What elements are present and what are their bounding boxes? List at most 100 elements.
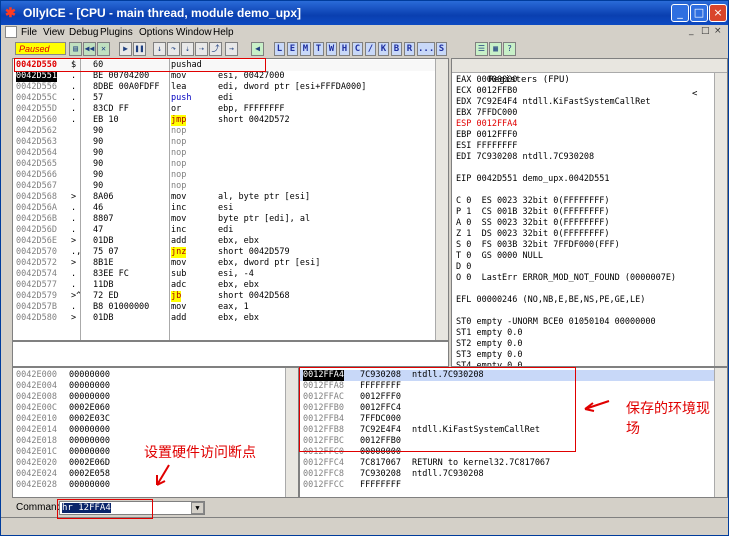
disasm-row[interactable]: 0042D56A. 46 inc esi <box>13 203 435 214</box>
disasm-row[interactable]: 0042D564 90 nop <box>13 148 435 159</box>
menu-options[interactable]: Options <box>139 25 173 40</box>
stop-icon[interactable]: ✕ <box>97 42 110 56</box>
registers-scrollbar[interactable] <box>714 73 727 366</box>
disasm-address: 0042D562 <box>16 126 57 136</box>
pause-icon[interactable]: ❚❚ <box>133 42 146 56</box>
disassembly-scrollbar[interactable] <box>435 59 448 340</box>
mdi-close-button[interactable]: × <box>714 26 722 36</box>
menu-debug[interactable]: Debug <box>69 25 98 40</box>
breakpoints-window-button[interactable]: B <box>391 42 402 56</box>
disassembly-pane[interactable]: 0042D550 $60 pushad 0042D551. BE 00704200 mov… <box>12 58 449 341</box>
menu-plugins[interactable]: Plugins <box>100 25 133 40</box>
goto-origin-icon[interactable]: ◀ <box>251 42 264 56</box>
registers-prev-icon[interactable]: < <box>692 87 697 101</box>
disasm-row[interactable]: 0042D563 90 nop <box>13 137 435 148</box>
mdi-restore-button[interactable]: □ <box>701 26 710 36</box>
trace-over-icon[interactable]: ⇢ <box>195 42 208 56</box>
dump-address: 0042E010 <box>16 414 57 424</box>
menu-bar: File View Debug Plugins Options Window H… <box>1 25 728 40</box>
disasm-row[interactable]: 0042D565 90 nop <box>13 159 435 170</box>
menu-help[interactable]: Help <box>213 25 234 40</box>
mdi-minimize-button[interactable]: _ <box>689 26 694 36</box>
dump-row[interactable]: 0042E024 0002E058 <box>13 469 285 480</box>
open-icon[interactable]: ▤ <box>69 42 82 56</box>
handles-window-button[interactable]: H <box>339 42 350 56</box>
disasm-hex: 8B1E <box>93 258 114 268</box>
register-line: EDX 7C92E4F4 ntdll.KiFastSystemCallRet <box>456 97 651 107</box>
execute-till-return-icon[interactable]: ⤴ <box>209 42 222 56</box>
patches-window-button[interactable]: / <box>365 42 376 56</box>
dump-row[interactable]: 0042E008 00000000 <box>13 392 285 403</box>
run-trace-button[interactable]: ... <box>417 42 435 56</box>
modules-window-button[interactable]: E <box>287 42 298 56</box>
disasm-row[interactable]: 0042D570., 75 07 jnz short 0042D579 <box>13 247 435 258</box>
appearance-icon[interactable]: ▦ <box>489 42 502 56</box>
menu-window[interactable]: Window <box>176 25 212 40</box>
dump-row[interactable]: 0042E00C 0002E060 <box>13 403 285 414</box>
menu-file[interactable]: File <box>21 25 37 40</box>
dump-row[interactable]: 0042E000 00000000 <box>13 370 285 381</box>
close-button[interactable]: × <box>709 4 727 22</box>
title-bar[interactable]: ✱ OllyICE - [CPU - main thread, module d… <box>1 1 728 25</box>
disasm-hex: 8A06 <box>93 192 114 202</box>
cpu-window-button[interactable]: C <box>352 42 363 56</box>
references-window-button[interactable]: R <box>404 42 415 56</box>
disasm-row[interactable]: 0042D572 >8B1E mov ebx, dword ptr [esi] <box>13 258 435 269</box>
disasm-row[interactable]: 0042D56D. 47 inc edi <box>13 225 435 236</box>
stack-row[interactable]: 0012FFC4 7C817067 RETURN to kernel32.7C817… <box>300 458 714 469</box>
stack-row[interactable]: 0012FFC8 7C930208 ntdll.7C930208 <box>300 469 714 480</box>
help-icon[interactable]: ? <box>503 42 516 56</box>
dump-address: 0042E020 <box>16 458 57 468</box>
source-window-button[interactable]: S <box>436 42 447 56</box>
dump-row[interactable]: 0042E010 0002E03C <box>13 414 285 425</box>
disasm-address: 0042D57B <box>16 302 57 312</box>
disasm-row[interactable]: 0042D567 90 nop <box>13 181 435 192</box>
dump-address: 0042E008 <box>16 392 57 402</box>
log-window-button[interactable]: L <box>274 42 285 56</box>
list-icon[interactable]: ☰ <box>475 42 488 56</box>
run-icon[interactable]: ▶ <box>119 42 132 56</box>
call-stack-button[interactable]: K <box>378 42 389 56</box>
trace-into-icon[interactable]: ⇣ <box>181 42 194 56</box>
disasm-row[interactable]: 0042D574. 83EE FC sub esi, -4 <box>13 269 435 280</box>
threads-window-button[interactable]: T <box>313 42 324 56</box>
disasm-address: 0042D56A <box>16 203 57 213</box>
disasm-row[interactable]: 0042D562 90 nop <box>13 126 435 137</box>
disasm-address: 0042D56E <box>16 236 57 246</box>
disasm-row[interactable]: 0042D55C. 57 push edi <box>13 93 435 104</box>
stack-row[interactable]: 0012FFCC FFFFFFFF <box>300 480 714 491</box>
minimize-button[interactable]: _ <box>671 4 689 22</box>
disasm-row[interactable]: 0042D55D. 83CD FF or ebp, FFFFFFFF <box>13 104 435 115</box>
dump-row[interactable]: 0042E004 00000000 <box>13 381 285 392</box>
register-line: T 0 GS 0000 NULL <box>456 251 543 261</box>
go-to-icon[interactable]: → <box>225 42 238 56</box>
menu-view[interactable]: View <box>43 25 65 40</box>
disasm-row[interactable]: 0042D566 90 nop <box>13 170 435 181</box>
disasm-operands: edi <box>218 225 234 235</box>
dump-row[interactable]: 0042E014 00000000 <box>13 425 285 436</box>
step-over-icon[interactable]: ↷ <box>167 42 180 56</box>
dump-row[interactable]: 0042E028 00000000 <box>13 480 285 491</box>
disasm-row[interactable]: 0042D556. 8DBE 00A0FDFF lea edi, dword ptr … <box>13 82 435 93</box>
maximize-button[interactable]: □ <box>690 4 708 22</box>
disasm-row[interactable]: 0042D551. BE 00704200 mov esi, 00427000 <box>13 71 435 82</box>
disasm-row[interactable]: 0042D579 >^ 72 ED jb short 0042D568 <box>13 291 435 302</box>
registers-pane[interactable]: Registers (FPU) < EAX 00000000 ECX 0012FF… <box>451 58 728 367</box>
disasm-row[interactable]: 0042D568 >8A06 mov al, byte ptr [esi] <box>13 192 435 203</box>
rewind-icon[interactable]: ◀◀ <box>83 42 96 56</box>
disasm-hex: 90 <box>93 148 104 158</box>
memory-window-button[interactable]: M <box>300 42 311 56</box>
disasm-address: 0042D55C <box>16 93 57 103</box>
disasm-row[interactable]: 0042D580 >01DB add ebx, ebx <box>13 313 435 324</box>
disasm-row[interactable]: 0042D57B. B8 01000000 mov eax, 1 <box>13 302 435 313</box>
disasm-row[interactable]: 0042D577. 11DB adc ebx, ebx <box>13 280 435 291</box>
disasm-mnemonic: nop <box>171 148 187 158</box>
disasm-row[interactable]: 0042D560. EB 10 jmp short 0042D572 <box>13 115 435 126</box>
dump-scrollbar[interactable] <box>285 368 298 497</box>
disasm-row[interactable]: 0042D56B. 8807 mov byte ptr [edi], al <box>13 214 435 225</box>
windows-window-button[interactable]: W <box>326 42 337 56</box>
step-into-icon[interactable]: ↓ <box>153 42 166 56</box>
disasm-row[interactable]: 0042D56E >01DB add ebx, ebx <box>13 236 435 247</box>
chevron-down-icon[interactable]: ▼ <box>191 502 204 514</box>
registers-header[interactable]: Registers (FPU) < <box>452 59 727 99</box>
